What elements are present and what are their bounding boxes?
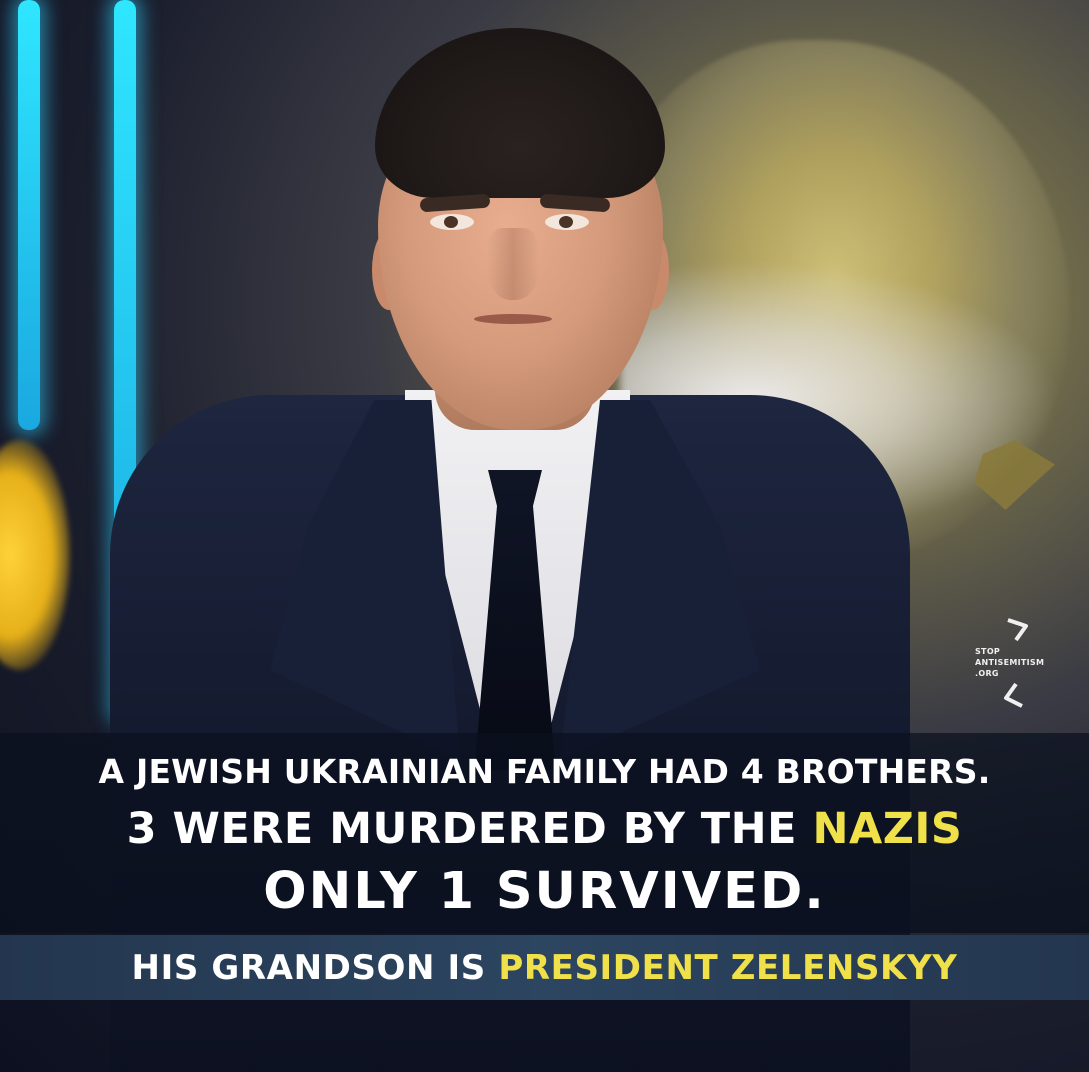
eye-right [545, 214, 589, 230]
nose [487, 228, 539, 300]
caption-line-4-highlight: PRESIDENT ZELENSKYY [498, 948, 958, 988]
neon-light-left [18, 0, 40, 430]
caption-line-3: ONLY 1 SURVIVED. [263, 862, 826, 921]
caption-line-1: A JEWISH UKRAINIAN FAMILY HAD 4 BROTHERS… [98, 752, 991, 791]
hair [375, 28, 665, 198]
flag-yellow-blur [0, 440, 70, 670]
eye-left [430, 214, 474, 230]
caption-line-2-highlight: NAZIS [812, 804, 963, 854]
watermark-line1: STOP [975, 647, 1001, 656]
caption-line-4-text: HIS GRANDSON IS [131, 948, 499, 988]
watermark-line3: .ORG [975, 669, 999, 678]
caption-line-4: HIS GRANDSON IS PRESIDENT ZELENSKYY [0, 948, 1089, 988]
caption-line-2: 3 WERE MURDERED BY THE NAZIS [0, 804, 1089, 854]
watermark-text: STOP ANTISEMITISM .ORG [975, 646, 1044, 679]
watermark-line2: ANTISEMITISM [975, 658, 1045, 667]
mouth [474, 314, 552, 324]
photo-frame: STOP ANTISEMITISM .ORG A JEWISH UKRAINIA… [0, 0, 1089, 1072]
caption-line-2-text: 3 WERE MURDERED BY THE [126, 804, 813, 854]
